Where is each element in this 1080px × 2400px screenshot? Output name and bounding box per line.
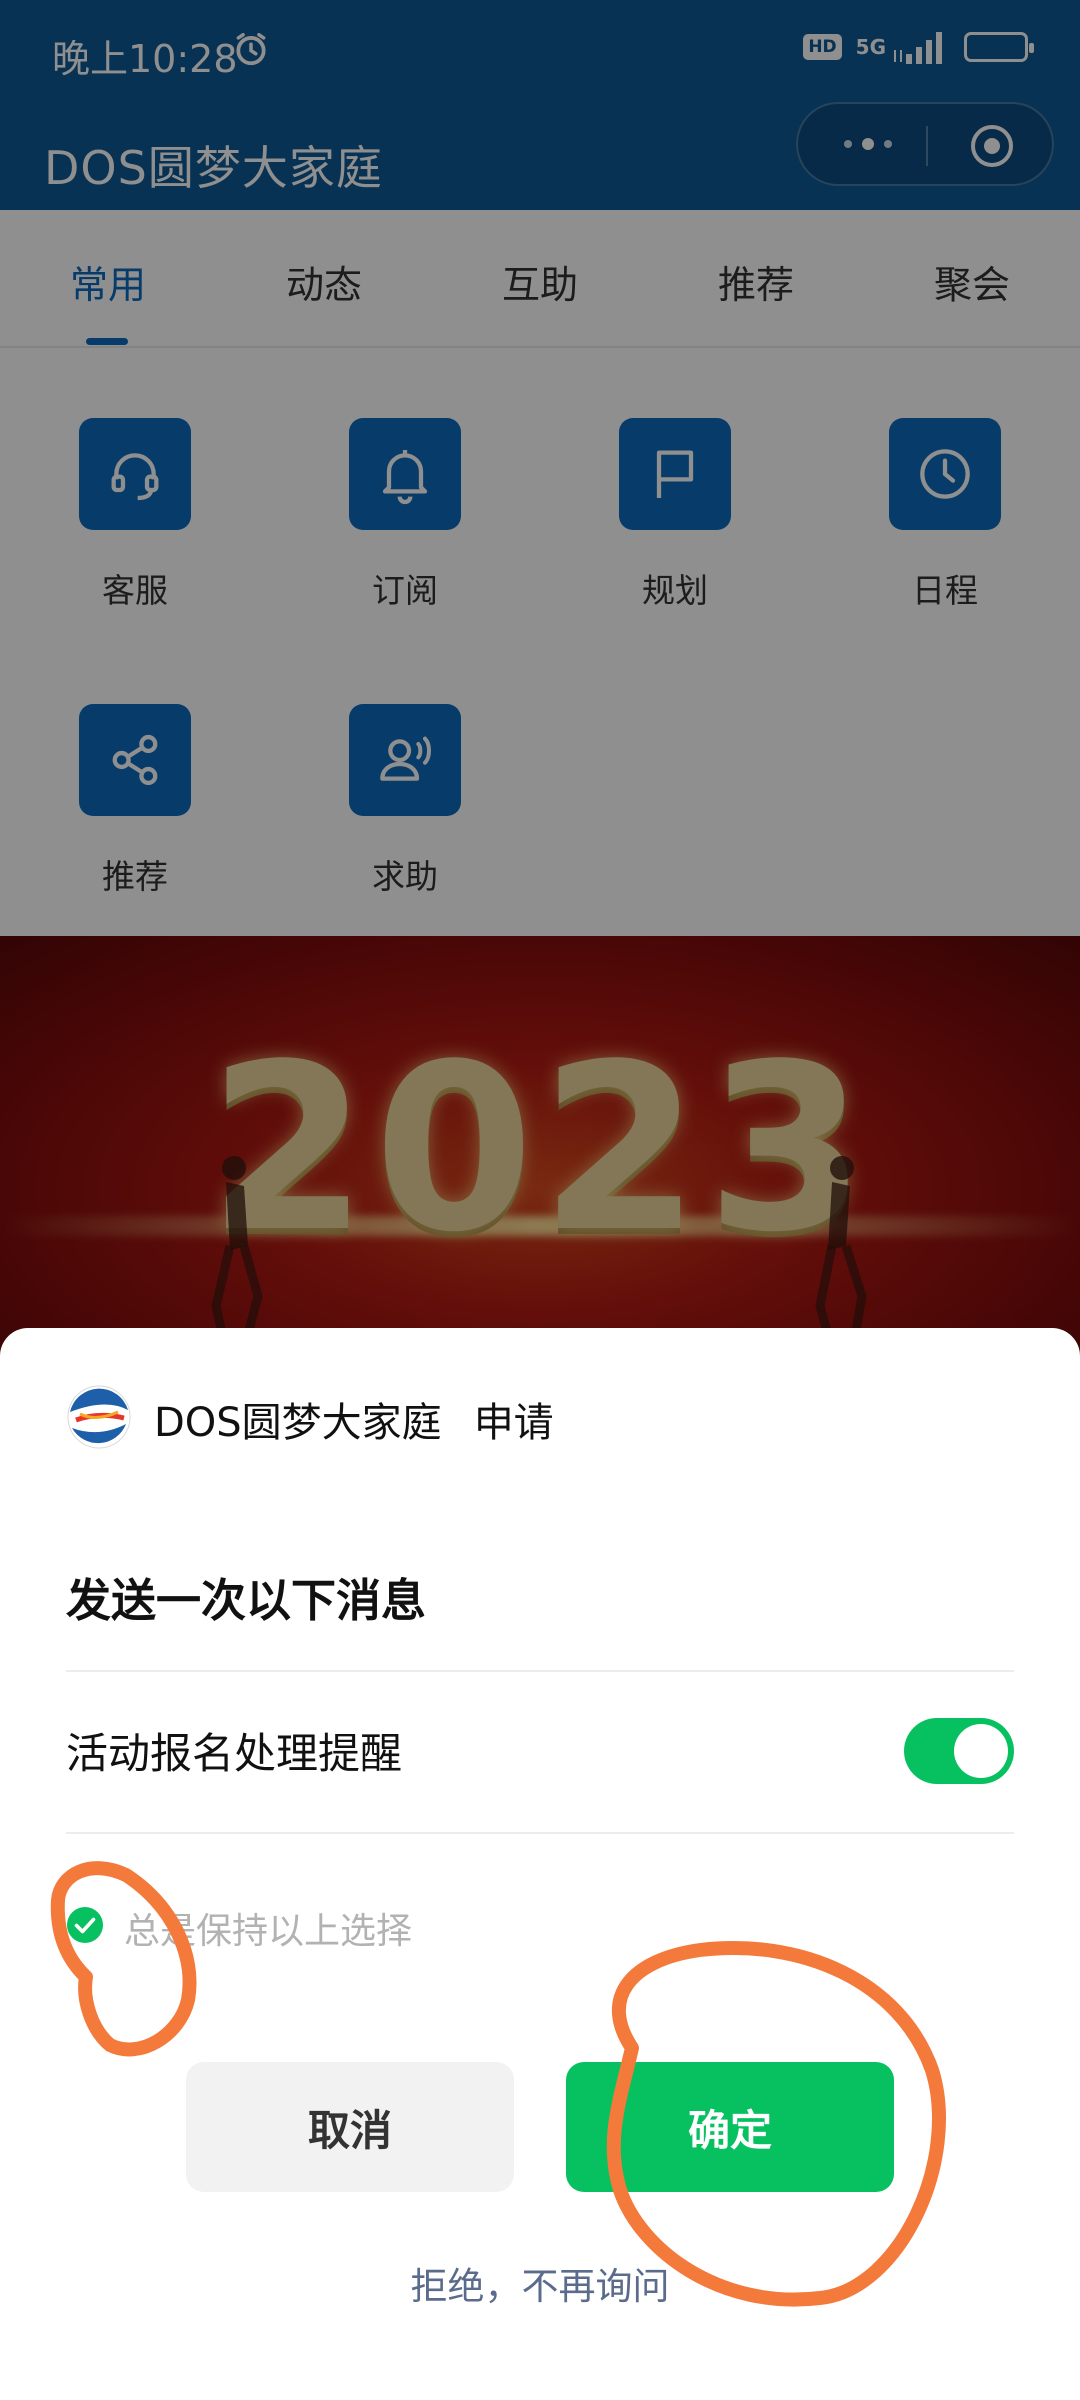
check-circle-icon[interactable] <box>66 1906 104 1944</box>
sheet-app-line: DOS圆梦大家庭 申请 <box>154 1390 554 1448</box>
subscribe-message-sheet: DOS圆梦大家庭 申请 发送一次以下消息 活动报名处理提醒 总是保持以上选择 取消… <box>0 1328 1080 2400</box>
message-option-label: 活动报名处理提醒 <box>66 1729 403 1778</box>
toggle-knob <box>954 1724 1008 1778</box>
divider <box>66 1832 1014 1834</box>
divider <box>66 1670 1014 1672</box>
sheet-app-name: DOS圆梦大家庭 <box>154 1400 442 1446</box>
refuse-link[interactable]: 拒绝，不再询问 <box>0 2256 1080 2310</box>
sheet-app-action: 申请 <box>473 1400 554 1446</box>
confirm-button[interactable]: 确定 <box>566 2062 894 2192</box>
cancel-button[interactable]: 取消 <box>186 2062 514 2192</box>
keep-selection-label[interactable]: 总是保持以上选择 <box>124 1902 412 1954</box>
sheet-heading: 发送一次以下消息 <box>66 1574 427 1627</box>
message-option-toggle[interactable] <box>904 1718 1014 1784</box>
app-logo-icon <box>67 1385 131 1449</box>
